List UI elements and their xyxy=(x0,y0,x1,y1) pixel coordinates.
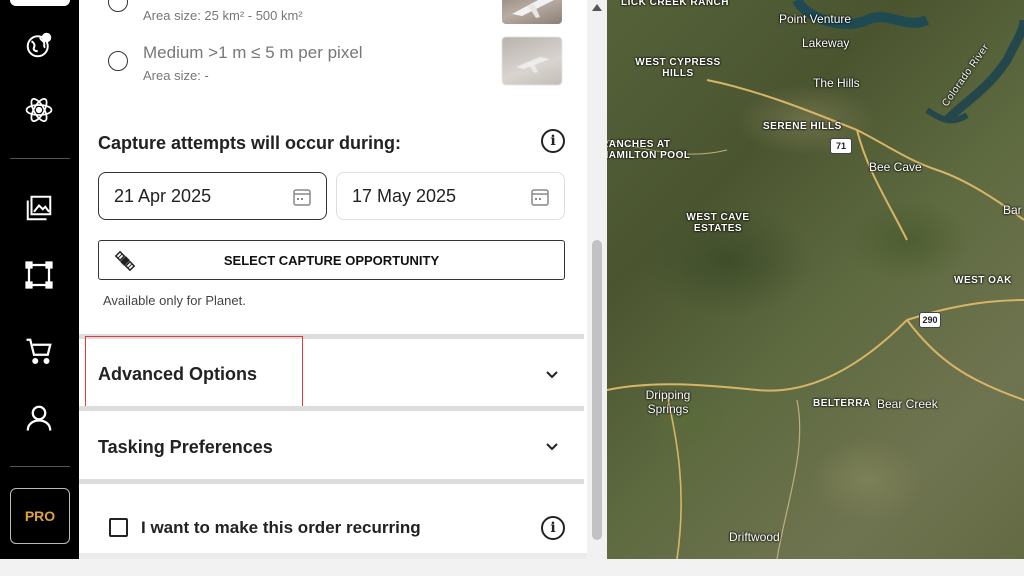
select-capture-opportunity-label: SELECT CAPTURE OPPORTUNITY xyxy=(223,252,440,268)
order-settings-panel: Area size: 25 km² - 500 km² Medium >1 m … xyxy=(79,0,587,559)
recurring-order-checkbox[interactable] xyxy=(109,518,128,537)
start-date-field[interactable]: 21 Apr 2025 xyxy=(98,172,327,220)
nav-divider xyxy=(10,158,70,159)
tasking-preferences-title: Tasking Preferences xyxy=(98,437,273,457)
select-capture-opportunity-button[interactable]: SELECT CAPTURE OPPORTUNITY xyxy=(98,240,565,280)
calendar-icon[interactable] xyxy=(530,187,550,207)
map-place-label: WEST CAVE ESTATES xyxy=(686,212,750,234)
globe-icon[interactable] xyxy=(19,25,59,65)
map-place-label: Point Venture xyxy=(779,12,852,26)
end-date-value: 17 May 2025 xyxy=(352,185,457,206)
start-date-value: 21 Apr 2025 xyxy=(114,185,212,206)
map-place-label: SERENE HILLS xyxy=(763,121,842,132)
user-icon[interactable] xyxy=(19,398,59,438)
map-place-label: Driftwood xyxy=(729,530,780,544)
resolution-radio-medium[interactable] xyxy=(108,51,128,71)
bottom-status-bar xyxy=(0,559,1024,576)
map-place-label: WEST CYPRESS HILLS xyxy=(635,57,721,79)
map-place-label: Bar xyxy=(1003,203,1022,217)
map-place-label: The Hills xyxy=(813,76,860,90)
pro-button[interactable]: PRO xyxy=(10,488,70,544)
map-place-label: Bear Creek xyxy=(877,397,938,411)
resolution-option-subtitle: Area size: - xyxy=(143,68,209,83)
satellite-icon xyxy=(114,250,136,272)
map-place-label: BELTERRA xyxy=(813,398,871,409)
resolution-preview-thumbnail xyxy=(502,37,562,85)
nav-top-button-edge[interactable] xyxy=(10,0,70,6)
panel-scrollbar[interactable] xyxy=(587,0,607,559)
chevron-down-icon[interactable] xyxy=(544,438,560,454)
tasking-preferences-accordion[interactable]: Tasking Preferences xyxy=(79,411,584,479)
satellite-map[interactable]: LICK CREEK RANCH Point Venture Lakeway W… xyxy=(607,0,1024,559)
map-place-label: WEST OAK xyxy=(954,275,1012,286)
map-place-label: Lakeway xyxy=(802,36,850,50)
nav-divider xyxy=(10,466,70,467)
recurring-order-label: I want to make this order recurring xyxy=(141,518,421,537)
scroll-up-arrow[interactable] xyxy=(592,4,602,11)
scrollbar-thumb[interactable] xyxy=(592,240,602,540)
highway-shield: 71 xyxy=(830,138,852,154)
calendar-icon[interactable] xyxy=(292,187,312,207)
atom-icon[interactable] xyxy=(19,90,59,130)
resolution-option-subtitle: Area size: 25 km² - 500 km² xyxy=(143,8,303,23)
section-divider xyxy=(79,479,584,484)
capture-window-heading: Capture attempts will occur during: xyxy=(98,133,402,153)
resolution-preview-thumbnail xyxy=(502,0,562,24)
cart-icon[interactable] xyxy=(19,331,59,371)
info-icon[interactable]: i xyxy=(541,516,565,540)
info-icon[interactable]: i xyxy=(541,129,565,153)
map-place-label: RANCHES AT HAMILTON POOL xyxy=(607,139,691,161)
chevron-down-icon[interactable] xyxy=(544,366,560,382)
end-date-field[interactable]: 17 May 2025 xyxy=(336,172,565,220)
availability-note: Available only for Planet. xyxy=(103,293,246,308)
map-place-label: Bee Cave xyxy=(869,160,922,174)
gallery-icon[interactable] xyxy=(19,188,59,228)
map-place-label: Dripping Springs xyxy=(645,388,691,416)
aoi-shape-icon[interactable] xyxy=(19,255,59,295)
resolution-option-title: Medium >1 m ≤ 5 m per pixel xyxy=(143,43,363,62)
resolution-radio-high[interactable] xyxy=(108,0,128,12)
left-nav-sidebar: PRO xyxy=(0,0,79,559)
highlight-box xyxy=(85,336,303,410)
highway-shield: 290 xyxy=(919,312,941,328)
map-place-label: LICK CREEK RANCH xyxy=(621,0,729,8)
